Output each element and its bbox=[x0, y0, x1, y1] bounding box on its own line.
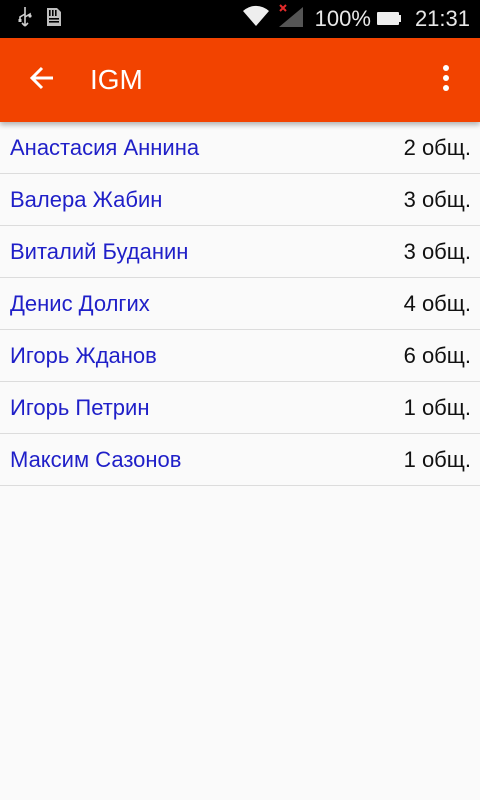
list-item[interactable]: Игорь Жданов 6 общ. bbox=[0, 330, 480, 382]
status-left-icons bbox=[18, 0, 62, 38]
common-count: 3 общ. bbox=[403, 186, 471, 212]
battery-percent: 100% bbox=[314, 6, 371, 31]
no-signal-icon bbox=[277, 3, 305, 35]
list-item[interactable]: Максим Сазонов 1 общ. bbox=[0, 434, 480, 486]
contacts-list: Анастасия Аннина 2 общ. Валера Жабин 3 о… bbox=[0, 122, 480, 486]
common-count: 1 общ. bbox=[403, 394, 471, 420]
list-item[interactable]: Денис Долгих 4 общ. bbox=[0, 278, 480, 330]
wifi-icon bbox=[241, 4, 271, 34]
list-item[interactable]: Виталий Буданин 3 общ. bbox=[0, 226, 480, 278]
list-item[interactable]: Валера Жабин 3 общ. bbox=[0, 174, 480, 226]
status-bar: 100% 21:31 bbox=[0, 0, 480, 38]
contact-name: Виталий Буданин bbox=[10, 238, 189, 264]
back-arrow-icon bbox=[29, 65, 55, 96]
common-count: 6 общ. bbox=[403, 342, 471, 368]
page-title: IGM bbox=[90, 64, 143, 95]
app-bar: IGM bbox=[0, 38, 480, 122]
sd-card-icon bbox=[46, 7, 62, 32]
back-button[interactable] bbox=[20, 58, 64, 102]
clock: 21:31 bbox=[414, 6, 470, 31]
common-count: 3 общ. bbox=[403, 238, 471, 264]
common-count: 4 общ. bbox=[403, 290, 471, 316]
contact-name: Максим Сазонов bbox=[10, 446, 182, 472]
battery-icon bbox=[376, 6, 401, 32]
contact-name: Валера Жабин bbox=[10, 186, 163, 212]
common-count: 2 общ. bbox=[403, 134, 471, 160]
contact-name: Денис Долгих bbox=[10, 290, 150, 316]
usb-icon bbox=[18, 6, 32, 33]
common-count: 1 общ. bbox=[403, 446, 471, 472]
contact-name: Игорь Жданов bbox=[10, 342, 157, 368]
list-item[interactable]: Анастасия Аннина 2 общ. bbox=[0, 122, 480, 174]
contact-name: Анастасия Аннина bbox=[10, 134, 200, 160]
list-item[interactable]: Игорь Петрин 1 общ. bbox=[0, 382, 480, 434]
contact-name: Игорь Петрин bbox=[10, 394, 150, 420]
more-options-button[interactable] bbox=[426, 58, 466, 102]
more-vert-icon bbox=[442, 64, 450, 97]
status-right-icons: 100% 21:31 bbox=[241, 0, 470, 38]
